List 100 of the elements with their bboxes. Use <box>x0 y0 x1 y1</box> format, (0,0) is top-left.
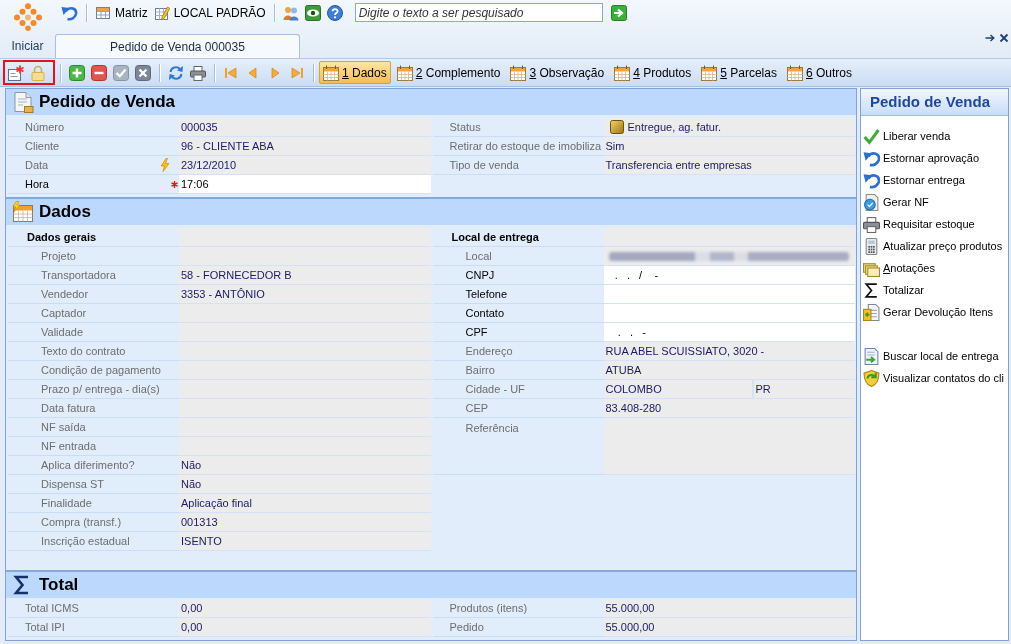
field-value: 001313 <box>179 513 431 532</box>
field-value: Aplicação final <box>179 494 431 513</box>
undo-icon <box>863 171 880 189</box>
input-field[interactable] <box>603 304 855 323</box>
field-label: Local <box>465 248 492 264</box>
action-link[interactable]: Estornar aprovação <box>861 147 1008 169</box>
add-icon[interactable] <box>69 64 85 81</box>
undo-icon[interactable] <box>60 4 78 21</box>
field-value: 55.000,00 <box>603 599 855 618</box>
action-link[interactable]: Buscar local de entrega <box>861 345 1008 367</box>
group-title: Dados gerais <box>27 229 97 245</box>
field-value: 58 - FORNECEDOR B <box>179 266 431 285</box>
field-label: Data <box>25 157 49 173</box>
field-label: Inscrição estadual <box>41 533 130 549</box>
document-icon <box>12 91 34 113</box>
table-pencil-icon <box>153 4 170 21</box>
close-icon[interactable] <box>999 33 1009 43</box>
field-label: Bairro <box>465 362 495 378</box>
people-icon[interactable] <box>282 4 299 21</box>
field-label: Transportadora <box>41 267 116 283</box>
record-tab[interactable]: 4 Produtos <box>610 61 696 84</box>
field-label: Cidade - UF <box>465 381 525 397</box>
action-link[interactable]: Estornar entrega <box>861 169 1008 191</box>
group-title: Local de entrega <box>451 229 539 245</box>
field-label: Contato <box>465 305 505 321</box>
record-tab[interactable]: 6 Outros <box>782 61 856 84</box>
sigma-icon <box>863 281 880 299</box>
action-link[interactable]: Visualizar contatos do cli <box>861 367 1008 389</box>
field-label: Compra (transf.) <box>41 514 122 530</box>
cancel-icon[interactable] <box>135 64 151 81</box>
calendar-icon <box>701 64 718 81</box>
print-icon[interactable] <box>190 64 206 81</box>
field-value: Não <box>179 475 431 494</box>
shield-arrow-icon <box>863 369 880 387</box>
action-link[interactable]: Anotações <box>861 257 1008 279</box>
field-value: Não <box>179 456 431 475</box>
field-value: Sim <box>603 137 855 156</box>
field-value: 0,00 <box>179 618 431 637</box>
field-label: Vendedor <box>41 286 89 302</box>
document-tab[interactable]: Pedido de Venda 000035 <box>55 34 300 58</box>
check-icon <box>863 127 880 145</box>
calendar-icon <box>614 64 631 81</box>
field-label: Status <box>449 119 481 135</box>
action-link[interactable]: Gerar Devolução Itens <box>861 301 1008 323</box>
field-label: Tipo de venda <box>449 157 519 173</box>
input-field[interactable] <box>603 285 855 304</box>
field-value: RUA ABEL SCUISSIATO, 3020 - <box>603 342 855 361</box>
field-label: Prazo p/ entrega - dia(s) <box>41 381 160 397</box>
check-icon[interactable] <box>113 64 129 81</box>
dots-logo-icon <box>13 3 42 31</box>
section-title: Total <box>39 574 79 597</box>
record-tab[interactable]: 2 Complemento <box>392 61 505 84</box>
field-label: CEP <box>465 400 489 416</box>
field-label: Condição de pagamento <box>41 362 161 378</box>
refresh-icon[interactable] <box>168 64 184 81</box>
field-label: Retirar do estoque de imobiliza <box>449 138 602 154</box>
field-value: ATUBA <box>603 361 855 380</box>
input-field[interactable]: . . - <box>603 323 855 342</box>
action-link[interactable]: Liberar venda <box>861 125 1008 147</box>
field-label: Captador <box>41 305 87 321</box>
help-icon[interactable] <box>326 4 343 21</box>
section-title: Dados <box>39 201 91 224</box>
field-label: Aplica diferimento? <box>41 457 135 473</box>
toolbar-button[interactable]: LOCAL PADRÃO <box>150 1 269 24</box>
field-label: Texto do contrato <box>41 343 126 359</box>
record-tab[interactable]: 3 Observação <box>506 61 609 84</box>
input-field[interactable]: . . / - <box>603 266 855 285</box>
calendar-icon <box>12 201 34 223</box>
field-label: Total ICMS <box>25 600 79 616</box>
field-value: 55.000,00 <box>603 618 855 637</box>
start-button[interactable]: Iniciar <box>0 0 55 58</box>
section-title: Pedido de Venda <box>39 91 176 114</box>
calendar-icon <box>786 64 803 81</box>
action-link[interactable]: Totalizar <box>861 279 1008 301</box>
field-value: PR <box>753 380 855 399</box>
action-link[interactable]: Atualizar preço produtos <box>861 235 1008 257</box>
input-field[interactable]: 17:06 <box>179 175 431 194</box>
undo-icon <box>863 149 880 167</box>
new-record-icon[interactable] <box>8 64 24 81</box>
field-label: Hora <box>25 176 49 192</box>
go-arrow-icon[interactable] <box>610 4 627 21</box>
field-value: 23/12/2010 <box>179 156 431 175</box>
record-tab[interactable]: 5 Parcelas <box>697 61 781 84</box>
toolbar-button[interactable]: Matriz <box>92 1 151 24</box>
field-label: Cliente <box>25 138 60 154</box>
document-arrow-icon <box>863 347 880 365</box>
record-tab[interactable]: 1 Dados <box>319 61 391 84</box>
action-link[interactable]: Gerar NF <box>861 191 1008 213</box>
action-link[interactable]: Requisitar estoque <box>861 213 1008 235</box>
field-label: Pedido <box>449 619 484 635</box>
status-icon <box>609 120 624 134</box>
remove-icon[interactable] <box>91 64 107 81</box>
field-label: CNPJ <box>465 267 495 283</box>
field-label: Validade <box>41 324 83 340</box>
search-field[interactable]: Digite o texto a ser pesquisado <box>354 3 603 22</box>
field-value: 000035 <box>179 118 431 137</box>
arrow-icon[interactable] <box>985 33 995 43</box>
field-label: Telefone <box>465 286 508 302</box>
eye-icon[interactable] <box>304 4 321 21</box>
field-label: Produtos (itens) <box>449 600 528 616</box>
